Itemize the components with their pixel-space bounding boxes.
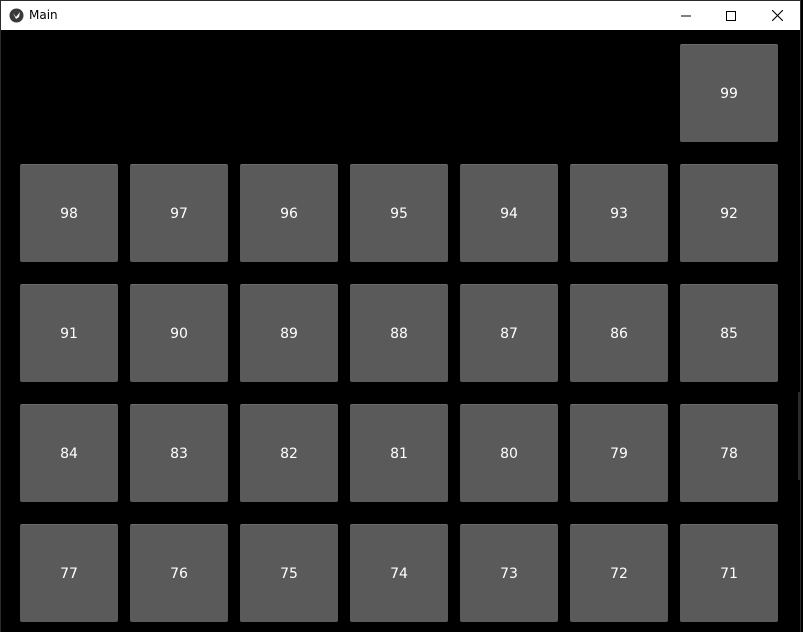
grid-button[interactable]: 73 [460, 524, 558, 622]
grid-button[interactable]: 84 [20, 404, 118, 502]
grid-button[interactable]: 83 [130, 404, 228, 502]
grid-button[interactable]: 91 [20, 284, 118, 382]
grid-button[interactable]: 72 [570, 524, 668, 622]
grid-button[interactable]: 86 [570, 284, 668, 382]
grid-button[interactable]: 79 [570, 404, 668, 502]
grid-button[interactable]: 87 [460, 284, 558, 382]
minimize-button[interactable] [663, 1, 709, 30]
grid-button[interactable]: 76 [130, 524, 228, 622]
resize-edge [798, 392, 801, 480]
app-client-area: 99 98 97 96 95 94 93 92 91 90 89 88 87 8… [0, 30, 801, 632]
grid-button[interactable]: 97 [130, 164, 228, 262]
grid-button[interactable]: 71 [680, 524, 778, 622]
grid-button[interactable]: 74 [350, 524, 448, 622]
grid-button[interactable]: 77 [20, 524, 118, 622]
grid-button[interactable]: 78 [680, 404, 778, 502]
grid-button[interactable]: 99 [680, 44, 778, 142]
window-title: Main [29, 8, 58, 22]
grid-button[interactable]: 82 [240, 404, 338, 502]
grid-button[interactable]: 95 [350, 164, 448, 262]
grid-button[interactable]: 92 [680, 164, 778, 262]
grid-button[interactable]: 85 [680, 284, 778, 382]
close-icon [771, 10, 783, 21]
grid-button[interactable]: 93 [570, 164, 668, 262]
maximize-icon [726, 10, 736, 21]
minimize-icon [681, 11, 691, 21]
grid-button[interactable]: 98 [20, 164, 118, 262]
grid-button[interactable]: 96 [240, 164, 338, 262]
grid-button[interactable]: 81 [350, 404, 448, 502]
grid-button[interactable]: 75 [240, 524, 338, 622]
title-bar: Main [0, 0, 801, 30]
close-button[interactable] [754, 1, 800, 30]
grid-button[interactable]: 89 [240, 284, 338, 382]
grid-button[interactable]: 88 [350, 284, 448, 382]
grid-button[interactable]: 94 [460, 164, 558, 262]
maximize-button[interactable] [708, 1, 754, 30]
grid-button[interactable]: 80 [460, 404, 558, 502]
grid-button[interactable]: 90 [130, 284, 228, 382]
kivy-logo-icon [9, 8, 24, 23]
